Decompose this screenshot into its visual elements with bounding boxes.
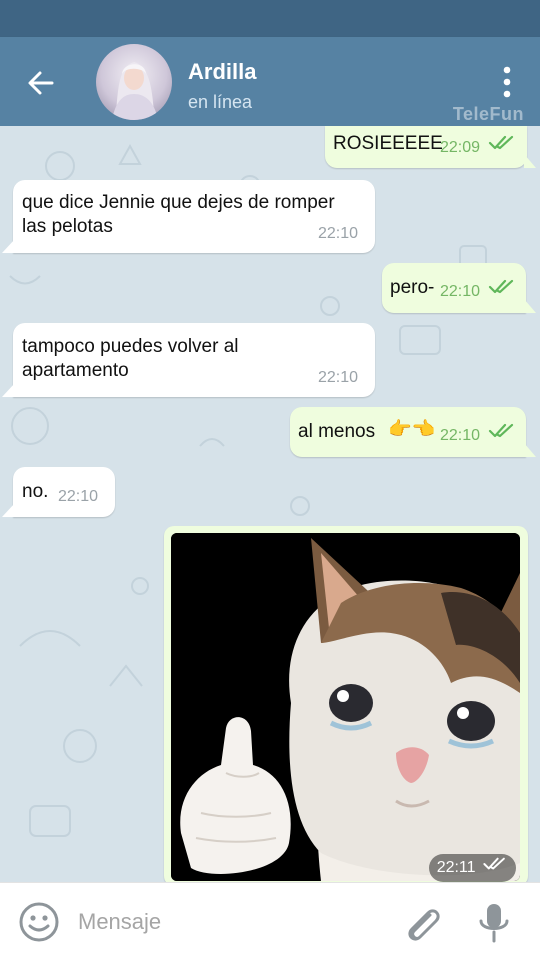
message-text: ROSIEEEEE — [333, 133, 443, 154]
message-text: pero- — [390, 277, 435, 298]
message-bubble-incoming[interactable]: tampoco puedes volver al apartamento 22:… — [13, 323, 375, 397]
bubble-tail — [2, 503, 15, 517]
bubble-tail — [524, 299, 536, 313]
pointing-fingers-emoji-icon: 👉👈 — [388, 419, 436, 440]
message-text: al menos — [298, 421, 376, 442]
emoji-icon[interactable] — [18, 901, 60, 943]
bubble-tail — [524, 443, 536, 457]
paperclip-icon[interactable] — [400, 901, 444, 945]
more-options-icon[interactable] — [496, 65, 518, 99]
message-bubble-incoming[interactable]: no. 22:10 — [13, 467, 115, 517]
message-composer — [0, 882, 540, 961]
watermark: TeleFun — [452, 104, 524, 124]
read-ticks-icon — [482, 854, 508, 882]
message-time: 22:10 — [58, 488, 99, 505]
message-time: 22:10 — [440, 427, 481, 444]
message-bubble-outgoing[interactable]: ROSIEEEEE 22:09 — [325, 126, 527, 168]
message-text: no. — [22, 481, 49, 502]
message-time: 22:10 — [440, 283, 481, 300]
crying-cat-sticker[interactable] — [171, 533, 520, 881]
sticker-message[interactable]: 22:11 — [164, 526, 528, 882]
contact-name[interactable]: Ardilla — [188, 59, 256, 85]
sticker-timestamp: 22:11 — [428, 854, 516, 882]
message-text-line: apartamento — [22, 360, 129, 381]
message-text-line: tampoco puedes volver al — [22, 336, 239, 357]
message-input[interactable] — [78, 905, 378, 939]
message-time: 22:10 — [318, 369, 359, 386]
bubble-tail — [2, 239, 15, 253]
message-text-line: las pelotas — [22, 216, 113, 237]
message-text-line: que dice Jennie que dejes de romper — [22, 192, 335, 213]
read-ticks-icon — [488, 422, 516, 447]
message-bubble-outgoing[interactable]: al menos 👉👈 22:10 — [290, 407, 526, 457]
contact-status: en línea — [188, 92, 253, 112]
message-time: 22:09 — [440, 139, 481, 156]
back-arrow-icon[interactable] — [22, 64, 60, 102]
message-time: 22:10 — [318, 225, 359, 242]
bubble-tail — [2, 383, 15, 397]
read-ticks-icon — [488, 278, 516, 303]
message-bubble-incoming[interactable]: que dice Jennie que dejes de romper las … — [13, 180, 375, 253]
avatar[interactable] — [96, 44, 172, 120]
bubble-tail — [524, 154, 536, 168]
chat-area[interactable]: ROSIEEEEE 22:09 que dice Jennie que deje… — [0, 126, 540, 882]
microphone-icon[interactable] — [476, 901, 512, 945]
read-ticks-icon — [488, 134, 516, 159]
message-bubble-outgoing[interactable]: pero- 22:10 — [382, 263, 526, 313]
message-time: 22:11 — [436, 859, 476, 877]
status-bar — [0, 0, 540, 37]
